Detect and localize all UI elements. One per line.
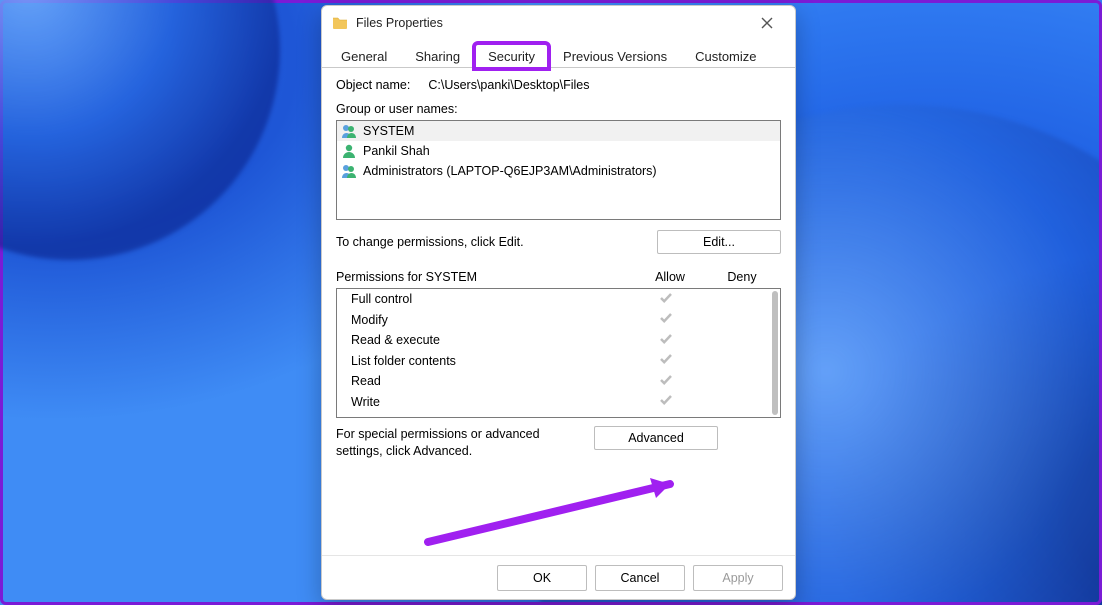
ok-button[interactable]: OK — [497, 565, 587, 591]
check-icon — [659, 311, 673, 325]
edit-hint: To change permissions, click Edit. — [336, 235, 649, 249]
permission-name: Read & execute — [351, 333, 630, 347]
allow-cell — [630, 291, 702, 308]
check-icon — [659, 373, 673, 387]
tab-previous[interactable]: Previous Versions — [550, 44, 680, 68]
user-icon — [341, 143, 357, 159]
apply-button[interactable]: Apply — [693, 565, 783, 591]
permission-name: Full control — [351, 292, 630, 306]
permission-name: Read — [351, 374, 630, 388]
group-icon — [341, 163, 357, 179]
cancel-button[interactable]: Cancel — [595, 565, 685, 591]
permission-row: Read — [337, 371, 780, 392]
tab-customize[interactable]: Customize — [682, 44, 769, 68]
permission-row: Modify — [337, 310, 780, 331]
allow-cell — [630, 311, 702, 328]
allow-cell — [630, 373, 702, 390]
folder-icon — [332, 15, 348, 31]
object-name-value: C:\Users\panki\Desktop\Files — [428, 78, 589, 92]
groups-listbox[interactable]: SYSTEM Pankil Shah Administrators (LAPTOP-… — [336, 120, 781, 220]
deny-header: Deny — [709, 270, 781, 284]
list-item-label: Pankil Shah — [363, 144, 430, 158]
list-item[interactable]: Pankil Shah — [337, 141, 780, 161]
object-name-row: Object name: C:\Users\panki\Desktop\File… — [336, 78, 781, 92]
groups-label: Group or user names: — [336, 102, 781, 116]
group-icon — [341, 123, 357, 139]
advanced-row: For special permissions or advanced sett… — [336, 426, 781, 460]
advanced-hint: For special permissions or advanced sett… — [336, 426, 586, 460]
desktop-background: Files Properties General Sharing Securit… — [0, 0, 1102, 605]
list-item[interactable]: Administrators (LAPTOP-Q6EJP3AM\Administ… — [337, 161, 780, 181]
tab-security[interactable]: Security — [475, 44, 548, 68]
security-tab-body: Object name: C:\Users\panki\Desktop\File… — [322, 67, 795, 555]
object-name-label: Object name: — [336, 78, 410, 92]
titlebar: Files Properties — [322, 6, 795, 40]
window-title: Files Properties — [356, 16, 745, 30]
check-icon — [659, 291, 673, 305]
close-button[interactable] — [745, 9, 789, 37]
tab-general[interactable]: General — [328, 44, 400, 68]
check-icon — [659, 352, 673, 366]
permission-name: Write — [351, 395, 630, 409]
list-item-label: SYSTEM — [363, 124, 414, 138]
properties-window: Files Properties General Sharing Securit… — [321, 5, 796, 600]
allow-header: Allow — [637, 270, 709, 284]
permissions-listbox[interactable]: Full control Modify Read & execute List fol… — [336, 288, 781, 418]
permissions-header: Permissions for SYSTEM Allow Deny — [336, 270, 781, 284]
permission-row: Read & execute — [337, 330, 780, 351]
allow-cell — [630, 393, 702, 410]
permission-row: Write — [337, 392, 780, 413]
list-item[interactable]: SYSTEM — [337, 121, 780, 141]
permission-name: List folder contents — [351, 354, 630, 368]
permissions-for-label: Permissions for SYSTEM — [336, 270, 637, 284]
check-icon — [659, 393, 673, 407]
permission-name: Modify — [351, 313, 630, 327]
list-item-label: Administrators (LAPTOP-Q6EJP3AM\Administ… — [363, 164, 657, 178]
advanced-button[interactable]: Advanced — [594, 426, 718, 450]
close-icon — [761, 17, 773, 29]
permissions-scrollbar[interactable] — [772, 291, 778, 415]
permission-row: List folder contents — [337, 351, 780, 372]
allow-cell — [630, 352, 702, 369]
permission-row: Full control — [337, 289, 780, 310]
tab-sharing[interactable]: Sharing — [402, 44, 473, 68]
tab-strip: General Sharing Security Previous Versio… — [322, 40, 795, 68]
edit-row: To change permissions, click Edit. Edit.… — [336, 230, 781, 254]
dialog-footer: OK Cancel Apply — [322, 555, 795, 599]
check-icon — [659, 332, 673, 346]
allow-cell — [630, 332, 702, 349]
edit-button[interactable]: Edit... — [657, 230, 781, 254]
